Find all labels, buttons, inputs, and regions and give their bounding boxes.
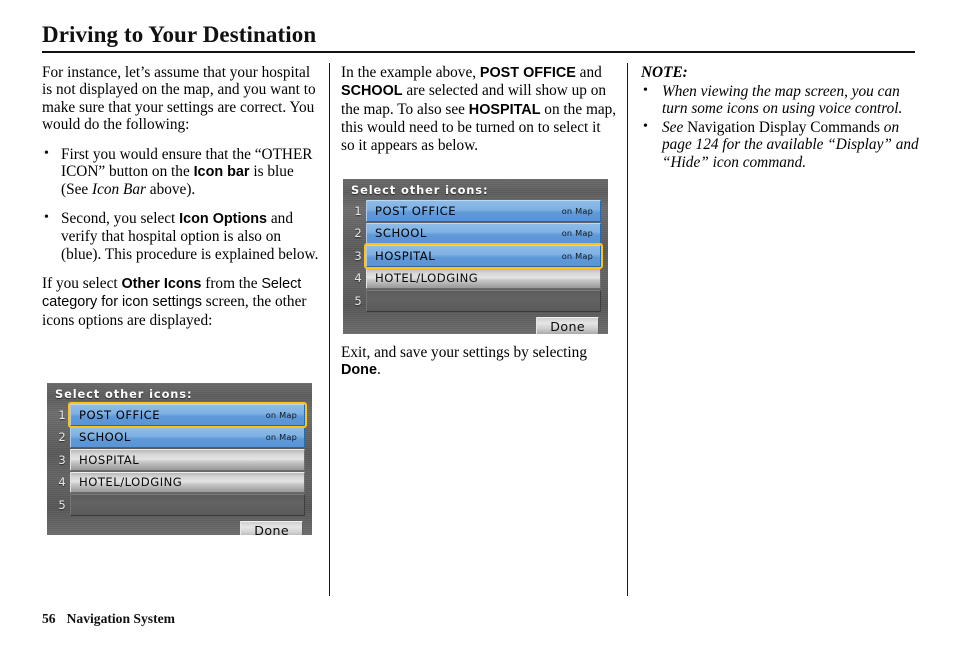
nav2-done-button[interactable]: Done xyxy=(536,316,599,334)
column-two-lower: Exit, and save your settings by selectin… xyxy=(341,344,617,392)
bullet2-text-part1: Second, you select xyxy=(61,209,180,227)
footer-section-title: Navigation System xyxy=(66,611,175,626)
c2p1-emphasis-post-office: POST OFFICE xyxy=(479,65,576,81)
nav1-row3-label: HOSPITAL xyxy=(79,452,140,467)
table-row: 2 SCHOOL on Map xyxy=(54,426,305,448)
nav1-row2-button-school[interactable]: SCHOOL on Map xyxy=(70,426,305,448)
note2-part1: See xyxy=(662,118,688,136)
col1-intro-paragraph: For instance, let’s assume that your hos… xyxy=(42,64,316,134)
nav1-row1-label: POST OFFICE xyxy=(79,407,161,422)
nav2-row-list: 1 POST OFFICE on Map 2 SCHOOL on Map 3 H… xyxy=(343,200,608,312)
nav1-done-button[interactable]: Done xyxy=(240,520,303,535)
note-heading: NOTE: xyxy=(641,64,688,81)
nav1-row3-button-hospital[interactable]: HOSPITAL xyxy=(70,449,305,471)
p2-text-part2: from the xyxy=(201,275,262,293)
nav2-row4-number: 4 xyxy=(354,271,362,286)
note2-roman-reference: Navigation Display Commands xyxy=(687,118,880,136)
c2p2-emphasis-done: Done xyxy=(341,362,377,379)
c2p2-part1: Exit, and save your settings by selectin… xyxy=(341,344,587,361)
table-row: 5 xyxy=(350,290,601,312)
nav2-row1-button-post-office[interactable]: POST OFFICE on Map xyxy=(366,200,601,222)
nav2-row1-label: POST OFFICE xyxy=(375,203,457,218)
c2p1-part2: and xyxy=(575,64,602,81)
nav2-row1-number: 1 xyxy=(354,203,362,218)
col2-paragraph-one: In the example above, POST OFFICE and SC… xyxy=(341,64,617,154)
col1-bullet-list: First you would ensure that the “OTHER I… xyxy=(42,145,320,263)
nav2-row3-number: 3 xyxy=(354,248,362,263)
nav2-row2-label: SCHOOL xyxy=(375,226,427,241)
bullet1-emphasis-icon-bar: Icon bar xyxy=(193,164,250,181)
col2-paragraph-two: Exit, and save your settings by selectin… xyxy=(341,344,617,380)
note-bullet-list: When viewing the map screen, you can tur… xyxy=(641,82,921,171)
nav2-row4-button-hotel-lodging[interactable]: HOTEL/LODGING xyxy=(366,267,601,289)
table-row: 4 HOTEL/LODGING xyxy=(54,471,305,493)
table-row: 3 HOSPITAL xyxy=(54,449,305,471)
list-item: First you would ensure that the “OTHER I… xyxy=(42,145,320,199)
page-title: Driving to Your Destination xyxy=(42,22,317,47)
nav1-row1-on-map-tag: on Map xyxy=(265,409,297,420)
column-two: In the example above, POST OFFICE and SC… xyxy=(341,64,617,164)
nav2-row4-label: HOTEL/LODGING xyxy=(375,271,479,286)
nav2-row2-on-map-tag: on Map xyxy=(561,228,593,239)
table-row: 1 POST OFFICE on Map xyxy=(350,200,601,222)
nav2-footer: Done xyxy=(343,313,608,334)
table-row: 2 SCHOOL on Map xyxy=(350,222,601,244)
note1-text: When viewing the map screen, you can tur… xyxy=(662,83,903,118)
nav2-row5-number: 5 xyxy=(354,293,362,308)
nav1-row1-button-post-office[interactable]: POST OFFICE on Map xyxy=(68,402,307,428)
bullet1-italic-reference: Icon Bar xyxy=(92,181,146,199)
table-row: 4 HOTEL/LODGING xyxy=(350,267,601,289)
nav2-row5-button-empty[interactable] xyxy=(366,290,601,312)
c2p1-emphasis-school: SCHOOL xyxy=(341,83,403,100)
table-row: 1 POST OFFICE on Map xyxy=(54,402,307,428)
nav1-row4-label: HOTEL/LODGING xyxy=(79,475,183,490)
nav1-row2-number: 2 xyxy=(58,430,66,445)
nav1-header-title: Select other icons: xyxy=(55,387,193,401)
p2-text-part1: If you select xyxy=(42,275,122,293)
col1-paragraph-two: If you select Other Icons from the Selec… xyxy=(42,275,320,329)
nav1-footer: Done xyxy=(47,517,312,535)
column-divider-1 xyxy=(329,63,330,596)
nav2-row3-button-hospital[interactable]: HOSPITAL on Map xyxy=(364,243,603,269)
nav1-row5-button-empty[interactable] xyxy=(70,494,305,516)
nav2-row2-number: 2 xyxy=(354,226,362,241)
nav1-row4-number: 4 xyxy=(58,475,66,490)
list-item: When viewing the map screen, you can tur… xyxy=(641,82,921,118)
nav1-row-list: 1 POST OFFICE on Map 2 SCHOOL on Map 3 H… xyxy=(47,402,312,516)
table-row: 3 HOSPITAL on Map xyxy=(350,243,603,269)
nav2-row1-on-map-tag: on Map xyxy=(561,205,593,216)
column-divider-2 xyxy=(627,63,628,596)
title-divider-rule xyxy=(42,51,915,53)
p2-emphasis-other-icons: Other Icons xyxy=(121,276,202,293)
c2p1-part1: In the example above, xyxy=(341,64,480,81)
nav1-row4-button-hotel-lodging[interactable]: HOTEL/LODGING xyxy=(70,471,305,493)
bullet1-text-part3: above). xyxy=(145,181,196,199)
nav1-row1-number: 1 xyxy=(58,407,66,422)
nav-screenshot-other-icons-before: Select other icons: 1 POST OFFICE on Map… xyxy=(45,381,314,537)
table-row: 5 xyxy=(54,494,305,516)
bullet2-emphasis-icon-options: Icon Options xyxy=(179,210,268,227)
footer-page-number: 56 xyxy=(42,611,56,626)
list-item: See Navigation Display Commands on page … xyxy=(641,118,921,171)
nav2-row2-button-school[interactable]: SCHOOL on Map xyxy=(366,222,601,244)
nav1-row3-number: 3 xyxy=(58,452,66,467)
nav2-header-title: Select other icons: xyxy=(351,183,489,197)
list-item: Second, you select Icon Options and veri… xyxy=(42,209,320,263)
column-one: For instance, let’s assume that your hos… xyxy=(42,64,320,341)
c2p2-part2: . xyxy=(376,361,381,379)
nav2-row3-on-map-tag: on Map xyxy=(561,250,593,261)
nav-screenshot-other-icons-after: Select other icons: 1 POST OFFICE on Map… xyxy=(341,177,610,336)
page-footer: 56 Navigation System xyxy=(42,611,175,627)
nav1-row2-label: SCHOOL xyxy=(79,430,131,445)
c2p1-emphasis-hospital: HOSPITAL xyxy=(468,101,541,118)
nav1-row2-on-map-tag: on Map xyxy=(265,432,297,443)
nav1-row5-number: 5 xyxy=(58,497,66,512)
nav2-row3-label: HOSPITAL xyxy=(375,248,436,263)
column-three-note: NOTE: When viewing the map screen, you c… xyxy=(641,64,921,172)
